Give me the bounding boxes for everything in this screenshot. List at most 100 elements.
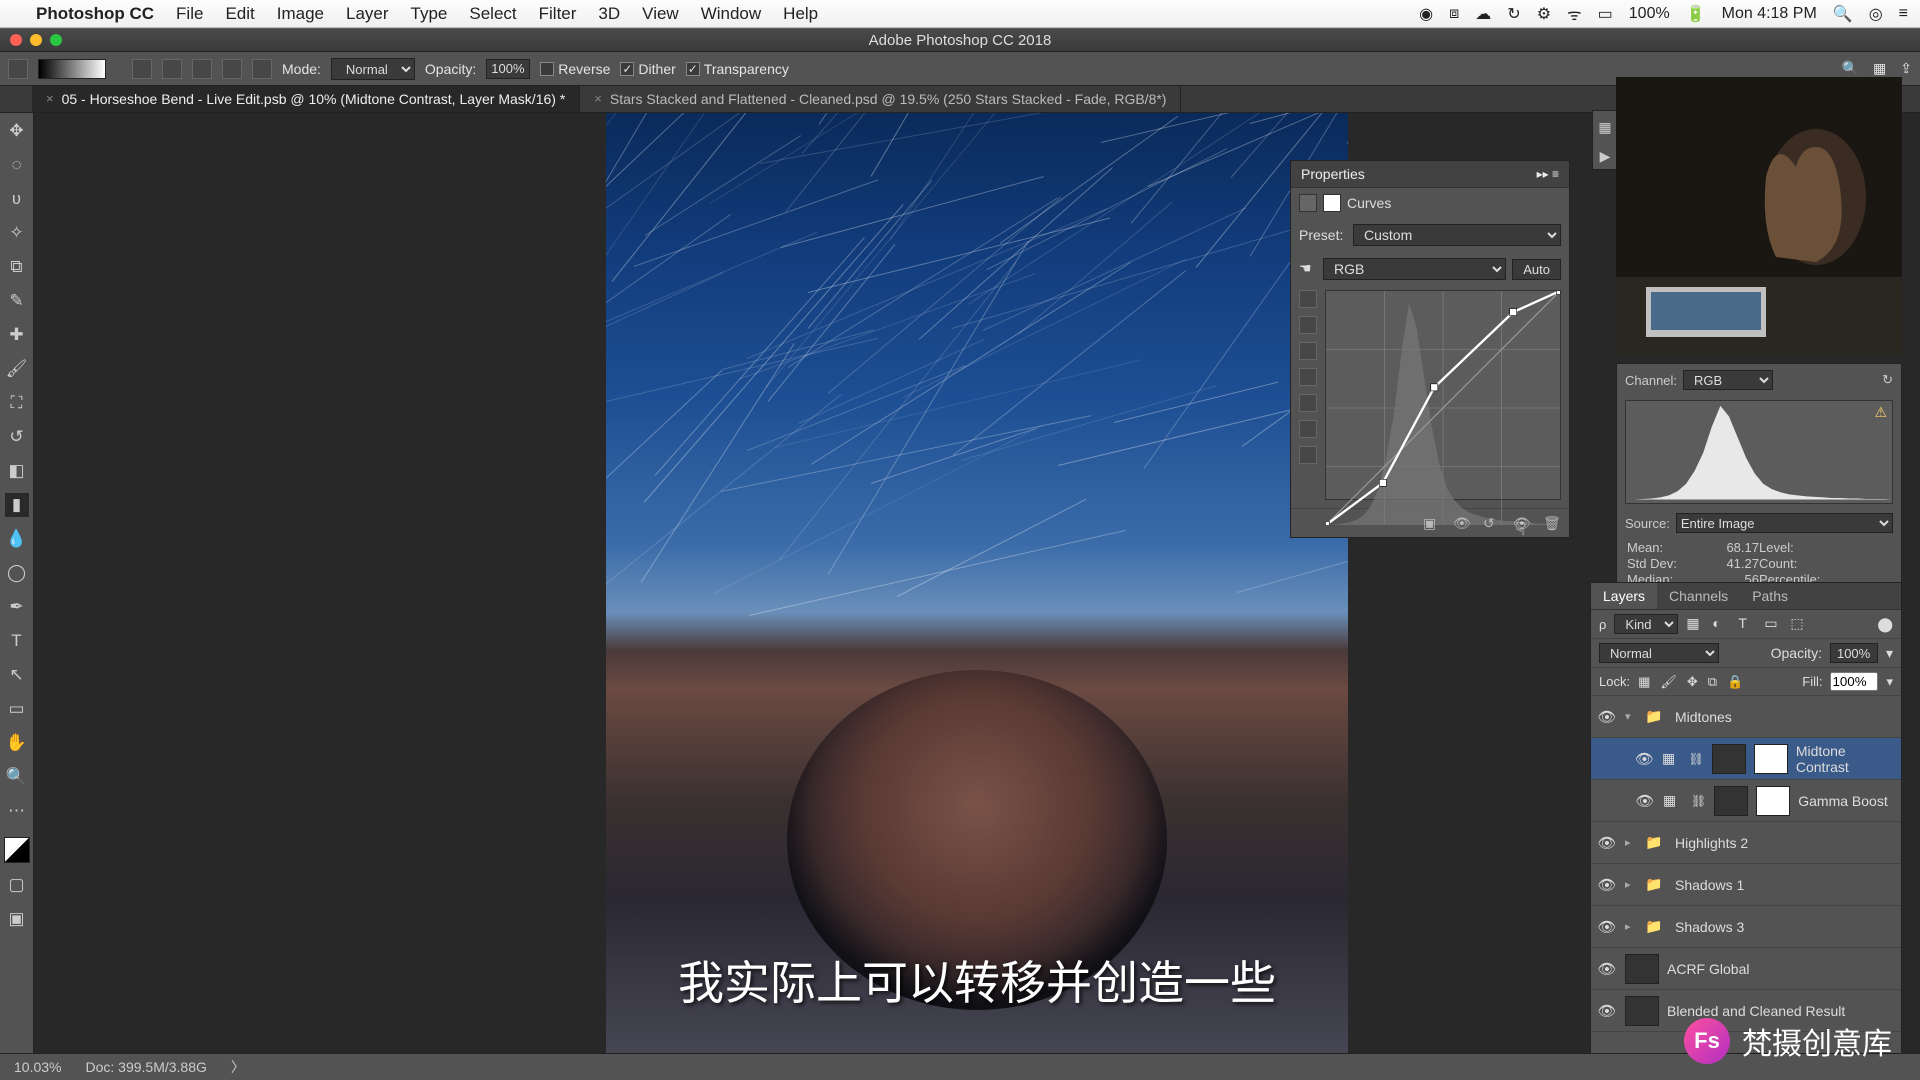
lock-all-icon[interactable]: 🔒 [1727, 674, 1743, 690]
menu-type[interactable]: Type [411, 4, 448, 24]
hand-tool-icon[interactable]: ✋ [5, 731, 29, 755]
siri-icon[interactable]: ◎ [1869, 4, 1883, 24]
document-canvas[interactable] [606, 113, 1348, 1053]
layer-row[interactable]: 👁▸📁Shadows 3 [1591, 906, 1901, 948]
smooth-icon[interactable] [1299, 394, 1317, 412]
transparency-check[interactable]: ✓Transparency [686, 61, 789, 77]
type-tool-icon[interactable]: T [5, 629, 29, 653]
history-brush-icon[interactable]: ↺ [5, 425, 29, 449]
curves-graph[interactable] [1325, 290, 1561, 500]
zoom-value[interactable]: 10.03% [14, 1059, 61, 1075]
auto-button[interactable]: Auto [1512, 259, 1561, 280]
visibility-icon[interactable]: 👁 [1597, 918, 1617, 936]
notif-icon[interactable]: ≡ [1899, 5, 1908, 23]
shape-tool-icon[interactable]: ▭ [5, 697, 29, 721]
workspace-icon[interactable]: ▦ [1873, 60, 1886, 77]
visibility-icon[interactable]: 👁 [1597, 1002, 1617, 1020]
menu-view[interactable]: View [642, 4, 679, 24]
tab-layers[interactable]: Layers [1591, 583, 1657, 609]
lock-trans-icon[interactable]: ▦ [1638, 674, 1650, 690]
chevron-icon[interactable]: ▸ [1625, 836, 1637, 849]
tab-channels[interactable]: Channels [1657, 583, 1740, 609]
blend-mode-select[interactable]: Normal [1599, 643, 1719, 663]
filter-type-icon[interactable]: T [1738, 615, 1756, 633]
layer-row[interactable]: 👁▾📁Midtones [1591, 696, 1901, 738]
trash-icon[interactable]: 🗑 [1543, 515, 1559, 531]
minimize-icon[interactable] [30, 34, 42, 46]
marquee-tool-icon[interactable]: ◌ [5, 153, 29, 177]
doc-tab-1[interactable]: × 05 - Horseshoe Bend - Live Edit.psb @ … [32, 86, 580, 112]
filter-pixel-icon[interactable]: ▦ [1686, 615, 1704, 633]
filter-toggle-icon[interactable]: ⬤ [1877, 616, 1893, 633]
maximize-icon[interactable] [50, 34, 62, 46]
menu-help[interactable]: Help [783, 4, 818, 24]
linear-gradient-icon[interactable] [132, 59, 152, 79]
menu-image[interactable]: Image [277, 4, 324, 24]
pen-tool-icon[interactable]: ✒ [5, 595, 29, 619]
reflected-gradient-icon[interactable] [222, 59, 242, 79]
menu-select[interactable]: Select [469, 4, 516, 24]
fg-bg-swatch[interactable] [4, 837, 30, 863]
target-adj-icon[interactable]: ☚ [1299, 260, 1317, 278]
quickmask-icon[interactable]: ▢ [5, 873, 29, 897]
app-name[interactable]: Photoshop CC [36, 4, 154, 24]
wand-tool-icon[interactable]: ✧ [5, 221, 29, 245]
filter-smart-icon[interactable]: ⬚ [1790, 615, 1808, 633]
lasso-tool-icon[interactable]: ʋ [5, 187, 29, 211]
opacity-input[interactable] [486, 59, 530, 79]
visibility-icon[interactable]: 👁 [1597, 960, 1617, 978]
screenmode-icon[interactable]: ▣ [5, 907, 29, 931]
layer-opacity-input[interactable] [1830, 643, 1878, 663]
close-tab-icon[interactable]: × [46, 91, 54, 106]
cache-warning-icon[interactable]: ⚠ [1874, 404, 1887, 421]
black-point-icon[interactable] [1299, 368, 1317, 386]
prev-state-icon[interactable]: 👁 [1453, 515, 1469, 531]
brush-tool-icon[interactable]: 🖌 [5, 357, 29, 381]
close-tab-icon[interactable]: × [594, 91, 602, 106]
menu-window[interactable]: Window [701, 4, 761, 24]
layer-row[interactable]: 👁▸📁Highlights 2 [1591, 822, 1901, 864]
filter-shape-icon[interactable]: ▭ [1764, 615, 1782, 633]
search-icon[interactable]: 🔍 [1842, 60, 1859, 77]
histogram-graph[interactable] [1625, 400, 1893, 504]
clip-to-layer-icon[interactable]: ▣ [1423, 515, 1439, 531]
filter-adj-icon[interactable]: ◐ [1712, 615, 1730, 633]
layer-row[interactable]: 👁▸📁Shadows 1 [1591, 864, 1901, 906]
doc-tab-2[interactable]: × Stars Stacked and Flattened - Cleaned.… [580, 86, 1181, 112]
chevron-down-icon[interactable]: ▾ [1886, 645, 1893, 662]
panel-dock-handle[interactable]: ▦ ▶ [1592, 110, 1618, 170]
lock-pos-icon[interactable]: ✥ [1687, 674, 1698, 690]
preset-select[interactable]: Custom [1353, 224, 1561, 246]
healing-tool-icon[interactable]: ✚ [5, 323, 29, 347]
source-select[interactable]: Entire Image [1676, 513, 1893, 533]
mode-select[interactable]: Normal [331, 58, 415, 80]
chevron-icon[interactable]: ▾ [1625, 710, 1637, 723]
eraser-tool-icon[interactable]: ◧ [5, 459, 29, 483]
fill-input[interactable] [1830, 672, 1878, 691]
dither-check[interactable]: ✓Dither [620, 61, 675, 77]
gradient-tool-icon[interactable] [8, 59, 28, 79]
lock-paint-icon[interactable]: 🖌 [1660, 674, 1677, 690]
filter-kind-select[interactable]: Kind [1614, 614, 1678, 634]
pencil-icon[interactable] [1299, 420, 1317, 438]
visibility-icon[interactable]: 👁 [1635, 792, 1655, 810]
visibility-icon[interactable]: 👁 [1597, 708, 1617, 726]
radial-gradient-icon[interactable] [162, 59, 182, 79]
visibility-icon[interactable]: 👁 [1635, 750, 1654, 768]
menu-edit[interactable]: Edit [225, 4, 254, 24]
diamond-gradient-icon[interactable] [252, 59, 272, 79]
collapse-icon[interactable]: ▸▸ ≡ [1537, 167, 1559, 181]
histo-channel-select[interactable]: RGB [1683, 370, 1773, 390]
stamp-tool-icon[interactable]: ⛶ [5, 391, 29, 415]
reset-icon[interactable]: ↺ [1483, 515, 1499, 531]
crop-tool-icon[interactable]: ⧉ [5, 255, 29, 279]
more-icon[interactable]: ⋯ [5, 799, 29, 823]
channel-select[interactable]: RGB [1323, 258, 1506, 280]
refresh-icon[interactable]: ↻ [1882, 372, 1893, 388]
menu-file[interactable]: File [176, 4, 203, 24]
eyedropper-tool-icon[interactable]: ✎ [5, 289, 29, 313]
share-icon[interactable]: ⇪ [1900, 60, 1912, 77]
dodge-tool-icon[interactable]: ◯ [5, 561, 29, 585]
doc-size[interactable]: Doc: 399.5M/3.88G [85, 1059, 206, 1075]
chevron-right-icon[interactable]: 〉 [231, 1057, 245, 1077]
